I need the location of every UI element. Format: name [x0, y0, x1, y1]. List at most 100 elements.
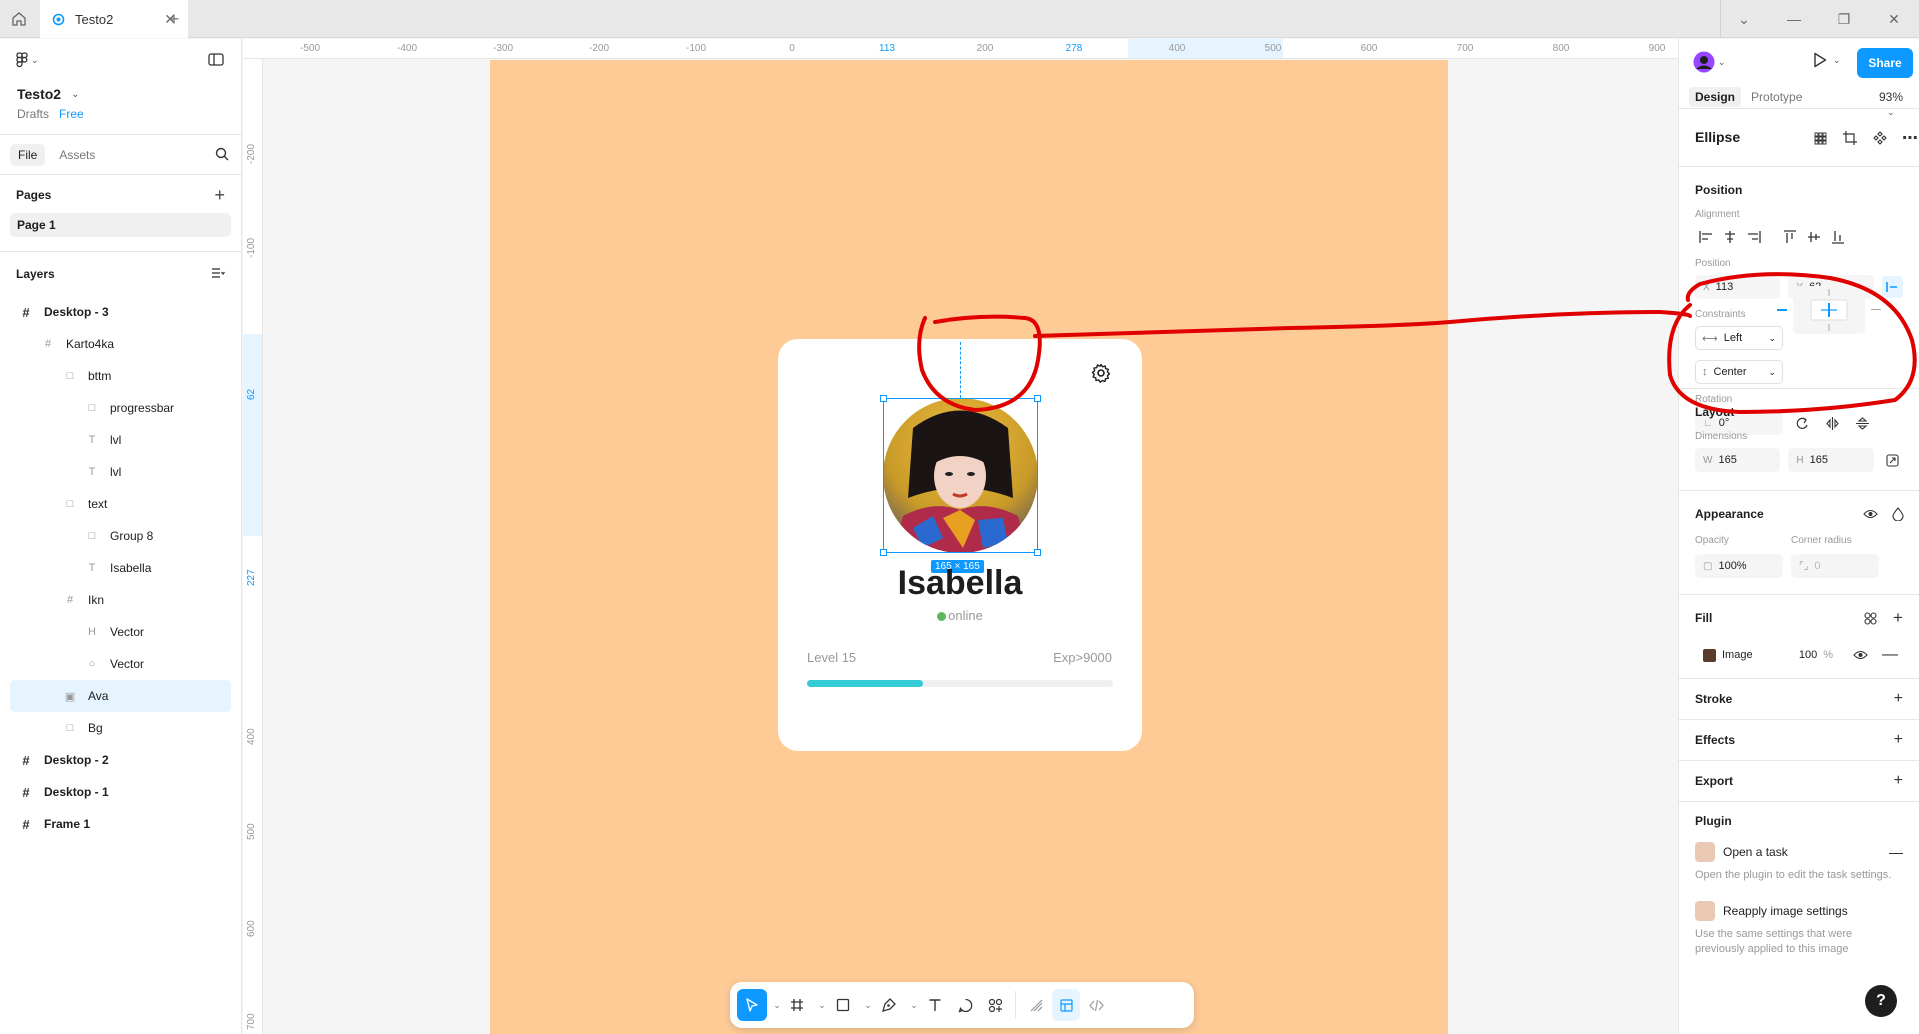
tab-assets[interactable]: Assets: [51, 144, 103, 166]
file-location[interactable]: Drafts: [17, 107, 49, 121]
card-name[interactable]: Isabella: [778, 564, 1142, 603]
avatar[interactable]: [883, 398, 1038, 553]
chevron-down-icon[interactable]: ⌄: [769, 989, 781, 1021]
tab-design[interactable]: Design: [1689, 87, 1742, 107]
close-window-icon[interactable]: ✕: [1869, 0, 1919, 38]
layer-item[interactable]: □ text: [10, 488, 231, 520]
plugin-item-open-task[interactable]: Open a task — Open the plugin to edit the…: [1679, 836, 1919, 889]
file-name-button[interactable]: Testo2 ⌄: [17, 86, 79, 102]
add-effect-button[interactable]: +: [1894, 731, 1903, 749]
layer-item[interactable]: # Karto4ka: [10, 328, 231, 360]
draw-mode-icon[interactable]: [1022, 989, 1050, 1021]
add-export-button[interactable]: +: [1894, 772, 1903, 790]
layer-item[interactable]: □ Group 8: [10, 520, 231, 552]
layer-item[interactable]: □ progressbar: [10, 392, 231, 424]
help-button[interactable]: ?: [1865, 985, 1897, 1017]
resize-to-fit-icon[interactable]: [1882, 449, 1903, 471]
layer-item[interactable]: Tlvl: [10, 456, 231, 488]
x-field[interactable]: X 113: [1695, 275, 1781, 299]
file-header: ⌄ Testo2 ⌄ Drafts Free: [0, 39, 241, 135]
blend-mode-icon[interactable]: [1887, 503, 1909, 525]
minimize-icon[interactable]: —: [1769, 0, 1819, 38]
remove-icon[interactable]: —: [1889, 844, 1903, 860]
add-page-button[interactable]: +: [214, 185, 225, 206]
sidebar-toggle-icon[interactable]: [208, 53, 224, 69]
constraint-horizontal-select[interactable]: ⟷ Left ⌄: [1695, 326, 1783, 350]
constraint-right-indicator[interactable]: [1871, 309, 1881, 310]
collapse-layers-icon[interactable]: [211, 267, 225, 282]
chevron-down-icon[interactable]: ⌄: [1719, 0, 1769, 38]
frame-tool-button[interactable]: [783, 989, 811, 1021]
present-button[interactable]: ⌄: [1813, 52, 1841, 68]
plugin-item-reapply[interactable]: Reapply image settings Use the same sett…: [1679, 895, 1919, 963]
eye-icon[interactable]: [1849, 644, 1871, 666]
layer-item[interactable]: H Vector: [10, 616, 231, 648]
text-tool-button[interactable]: [921, 989, 949, 1021]
components-tool-button[interactable]: [981, 989, 1009, 1021]
search-icon[interactable]: [215, 147, 229, 164]
add-fill-button[interactable]: +: [1887, 607, 1909, 629]
width-field[interactable]: W 165: [1695, 448, 1781, 472]
canvas[interactable]: 165 × 165 Isabella online Level 15 Exp>9…: [264, 60, 1683, 1034]
layer-name: Ava: [88, 689, 109, 703]
ruler-tick-label: 227: [246, 569, 257, 586]
avatar-image: [883, 398, 1038, 553]
design-mode-icon[interactable]: [1052, 989, 1080, 1021]
align-left-icon[interactable]: [1695, 226, 1717, 248]
comment-tool-button[interactable]: [951, 989, 979, 1021]
styles-icon[interactable]: [1859, 607, 1881, 629]
rectangle-tool-button[interactable]: [829, 989, 857, 1021]
add-tab-button[interactable]: +: [160, 0, 188, 38]
share-button[interactable]: Share: [1857, 48, 1913, 78]
exp-label[interactable]: Exp>9000: [1004, 650, 1112, 665]
align-middle-icon[interactable]: [1803, 226, 1825, 248]
fill-field[interactable]: Image 100 %: [1695, 643, 1841, 667]
constraints-toggle-icon[interactable]: [1881, 276, 1903, 298]
layer-item[interactable]: ▣ Ava: [10, 680, 231, 712]
layer-item[interactable]: Tlvl: [10, 424, 231, 456]
layer-item[interactable]: T Isabella: [10, 552, 231, 584]
align-center-h-icon[interactable]: [1719, 226, 1741, 248]
crop-icon[interactable]: [1839, 127, 1861, 149]
corner-radius-field[interactable]: ⌜⌟ 0: [1791, 554, 1879, 578]
pen-tool-button[interactable]: [875, 989, 903, 1021]
page-item[interactable]: Page 1: [10, 213, 231, 237]
chevron-down-icon[interactable]: ⌄: [905, 989, 919, 1021]
add-stroke-button[interactable]: +: [1894, 690, 1903, 708]
main-menu-button[interactable]: ⌄: [16, 52, 39, 68]
height-field[interactable]: H 165: [1788, 448, 1874, 472]
more-icon[interactable]: ⋯: [1899, 127, 1919, 149]
layer-item[interactable]: □ bttm: [10, 360, 231, 392]
opacity-field[interactable]: ▢ 100%: [1695, 554, 1783, 578]
level-label[interactable]: Level 15: [807, 650, 856, 665]
constraint-left-indicator[interactable]: [1777, 309, 1787, 311]
dev-mode-icon[interactable]: [1082, 989, 1110, 1021]
eye-icon[interactable]: [1859, 503, 1881, 525]
gear-icon[interactable]: [1091, 363, 1111, 386]
plan-badge[interactable]: Free: [59, 107, 84, 121]
layer-item[interactable]: # Desktop - 3: [10, 296, 231, 328]
align-right-icon[interactable]: [1743, 226, 1765, 248]
remove-fill-button[interactable]: —: [1879, 644, 1901, 666]
user-avatar[interactable]: ⌄: [1693, 51, 1726, 73]
grid-icon[interactable]: [1809, 127, 1831, 149]
layer-item[interactable]: # Desktop - 2: [10, 744, 231, 776]
layer-item[interactable]: # Frame 1: [10, 808, 231, 840]
tab-prototype[interactable]: Prototype: [1745, 87, 1808, 107]
constraint-vertical-select[interactable]: ↕ Center ⌄: [1695, 360, 1783, 384]
tab-file[interactable]: File: [10, 143, 46, 166]
home-icon[interactable]: [0, 0, 38, 38]
layer-item[interactable]: # Desktop - 1: [10, 776, 231, 808]
constraint-widget[interactable]: [1783, 286, 1879, 334]
move-tool-button[interactable]: [737, 989, 767, 1021]
restore-icon[interactable]: ❐: [1819, 0, 1869, 38]
progressbar[interactable]: [807, 680, 1113, 687]
component-icon[interactable]: [1869, 127, 1891, 149]
layer-item[interactable]: □ Bg: [10, 712, 231, 744]
chevron-down-icon[interactable]: ⌄: [813, 989, 827, 1021]
layer-item[interactable]: # Ikn: [10, 584, 231, 616]
align-top-icon[interactable]: [1779, 226, 1801, 248]
align-bottom-icon[interactable]: [1827, 226, 1849, 248]
chevron-down-icon[interactable]: ⌄: [859, 989, 873, 1021]
layer-item[interactable]: ○ Vector: [10, 648, 231, 680]
